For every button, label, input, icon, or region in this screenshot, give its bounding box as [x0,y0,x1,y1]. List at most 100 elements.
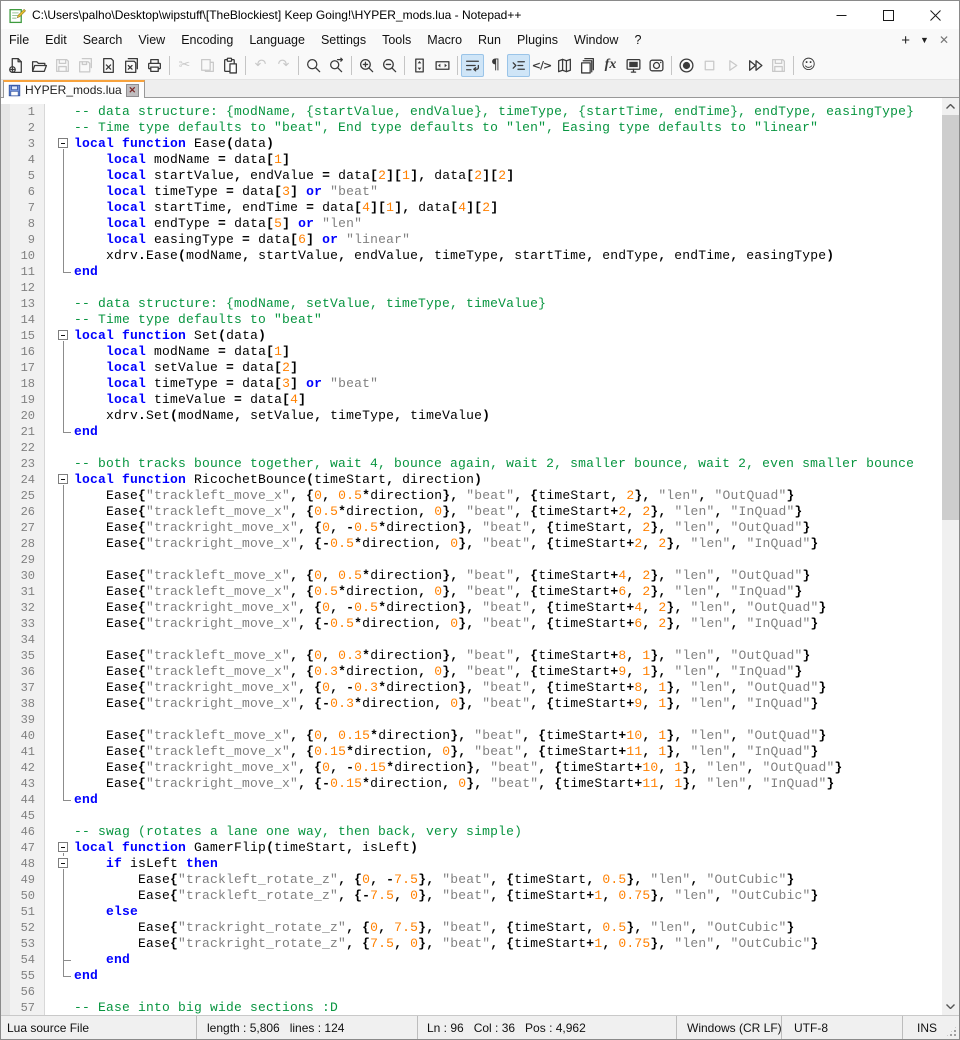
line-number[interactable]: 6 [1,184,45,200]
fold-collapse-icon[interactable] [58,858,68,868]
menu-item-edit[interactable]: Edit [37,31,75,49]
code-text[interactable]: if isLeft then [74,856,942,872]
maximize-button[interactable] [865,1,912,29]
code-text[interactable]: local startTime, endTime = data[4][1], d… [74,200,942,216]
tab-list-dropdown-button[interactable]: ▼ [920,35,929,45]
code-text[interactable]: local timeType = data[3] or "beat" [74,184,942,200]
code-text[interactable]: Ease{"trackleft_move_x", {0, 0.5*directi… [74,568,942,584]
code-text[interactable]: Ease{"trackleft_rotate_z", {0, -7.5}, "b… [74,872,942,888]
close-document-button[interactable] [97,54,120,77]
word-wrap-button[interactable] [461,54,484,77]
line-number[interactable]: 44 [1,792,45,808]
scroll-up-button[interactable] [942,98,959,115]
menu-item-run[interactable]: Run [470,31,509,49]
line-number[interactable]: 1 [1,104,45,120]
code-text[interactable]: Ease{"trackleft_move_x", {0, 0.15*direct… [74,728,942,744]
code-text[interactable]: local setValue = data[2] [74,360,942,376]
line-number[interactable]: 46 [1,824,45,840]
line-number[interactable]: 8 [1,216,45,232]
line-number[interactable]: 9 [1,232,45,248]
fold-collapse-icon[interactable] [58,842,68,852]
line-number[interactable]: 7 [1,200,45,216]
line-number[interactable]: 25 [1,488,45,504]
line-number[interactable]: 31 [1,584,45,600]
code-text[interactable] [74,632,942,648]
menu-item-file[interactable]: File [1,31,37,49]
code-text[interactable]: end [74,968,942,984]
editor[interactable]: 1 -- data structure: {modName, {startValu… [1,98,959,1015]
code-text[interactable] [74,552,942,568]
user-defined-language-button[interactable]: </> [530,54,553,77]
line-number[interactable]: 11 [1,264,45,280]
line-number[interactable]: 26 [1,504,45,520]
line-number[interactable]: 29 [1,552,45,568]
function-list-button[interactable]: fx [599,54,622,77]
line-number[interactable]: 20 [1,408,45,424]
line-number[interactable]: 39 [1,712,45,728]
line-number[interactable]: 54 [1,952,45,968]
code-text[interactable]: Ease{"trackleft_move_x", {0.15*direction… [74,744,942,760]
line-number[interactable]: 53 [1,936,45,952]
menu-item-plugins[interactable]: Plugins [509,31,566,49]
line-number[interactable]: 28 [1,536,45,552]
sync-vertical-scroll-button[interactable] [408,54,431,77]
menu-item-window[interactable]: Window [566,31,626,49]
document-list-button[interactable] [576,54,599,77]
line-number[interactable]: 49 [1,872,45,888]
code-text[interactable]: end [74,952,942,968]
code-text[interactable]: Ease{"trackleft_move_x", {0.5*direction,… [74,504,942,520]
line-number[interactable]: 41 [1,744,45,760]
code-text[interactable]: Ease{"trackleft_rotate_z", {-7.5, 0}, "b… [74,888,942,904]
code-text[interactable] [74,280,942,296]
code-text[interactable]: local function Ease(data) [74,136,942,152]
code-text[interactable]: Ease{"trackright_move_x", {-0.15*directi… [74,776,942,792]
document-map-button[interactable] [553,54,576,77]
line-number[interactable]: 45 [1,808,45,824]
code-text[interactable]: xdrv.Ease(modName, startValue, endValue,… [74,248,942,264]
line-number[interactable]: 13 [1,296,45,312]
code-text[interactable]: local timeValue = data[4] [74,392,942,408]
line-number[interactable]: 37 [1,680,45,696]
new-tab-button[interactable]: + [901,32,910,49]
code-text[interactable]: local function Set(data) [74,328,942,344]
line-number[interactable]: 52 [1,920,45,936]
menu-item-search[interactable]: Search [75,31,131,49]
code-text[interactable]: -- data structure: {modName, setValue, t… [74,296,942,312]
code-text[interactable] [74,712,942,728]
line-number[interactable]: 30 [1,568,45,584]
code-text[interactable]: Ease{"trackleft_move_x", {0.3*direction,… [74,664,942,680]
code-text[interactable]: local modName = data[1] [74,152,942,168]
code-text[interactable]: Ease{"trackright_move_x", {0, -0.5*direc… [74,600,942,616]
code-text[interactable]: else [74,904,942,920]
line-number[interactable]: 32 [1,600,45,616]
open-file-button[interactable] [28,54,51,77]
line-number[interactable]: 17 [1,360,45,376]
line-number[interactable]: 21 [1,424,45,440]
line-number[interactable]: 16 [1,344,45,360]
macro-run-multiple-button[interactable] [744,54,767,77]
code-text[interactable]: Ease{"trackleft_move_x", {0, 0.3*directi… [74,648,942,664]
code-text[interactable]: local function RicochetBounce(timeStart,… [74,472,942,488]
code-text[interactable] [74,440,942,456]
line-number[interactable]: 3 [1,136,45,152]
line-number[interactable]: 2 [1,120,45,136]
code-text[interactable]: -- Time type defaults to "beat" [74,312,942,328]
line-number[interactable]: 38 [1,696,45,712]
code-text[interactable]: local function GamerFlip(timeStart, isLe… [74,840,942,856]
code-text[interactable]: local startValue, endValue = data[2][1],… [74,168,942,184]
code-text[interactable]: Ease{"trackleft_move_x", {0, 0.5*directi… [74,488,942,504]
line-number[interactable]: 22 [1,440,45,456]
zoom-out-button[interactable] [378,54,401,77]
line-number[interactable]: 50 [1,888,45,904]
tab-close-icon[interactable]: ✕ [126,84,139,97]
code-text[interactable]: -- data structure: {modName, {startValue… [74,104,942,120]
code-text[interactable]: -- Time type defaults to "beat", End typ… [74,120,942,136]
line-number[interactable]: 57 [1,1000,45,1015]
code-text[interactable]: -- Ease into big wide sections :D [74,1000,942,1015]
code-text[interactable]: local endType = data[5] or "len" [74,216,942,232]
line-number[interactable]: 48 [1,856,45,872]
line-number[interactable]: 35 [1,648,45,664]
close-button[interactable] [912,1,959,29]
menu-item-encoding[interactable]: Encoding [173,31,241,49]
indent-guide-button[interactable] [507,54,530,77]
